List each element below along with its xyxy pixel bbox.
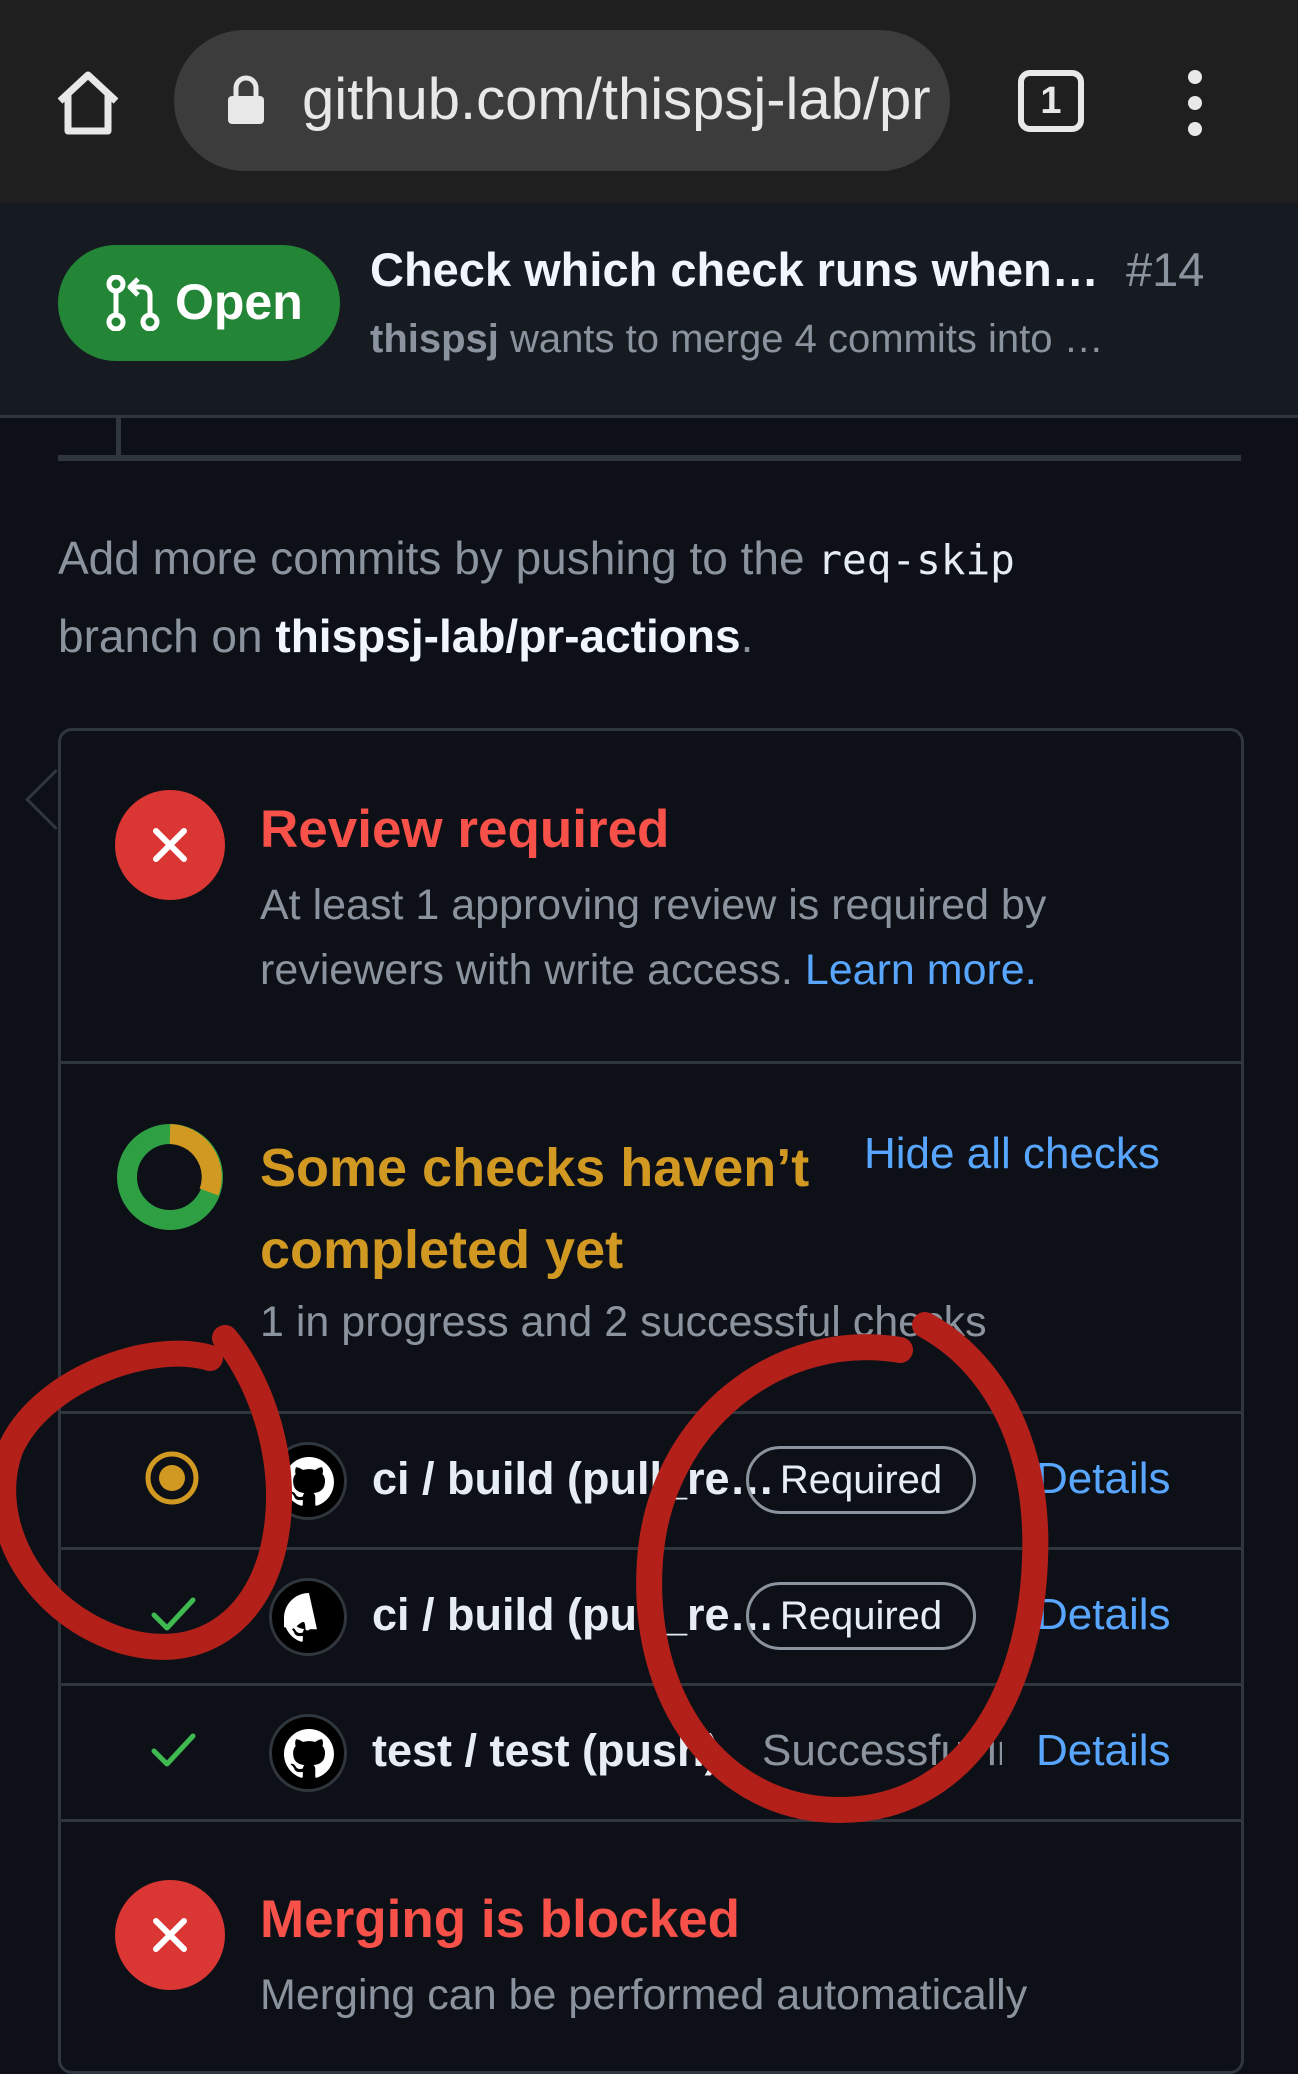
more-menu-icon[interactable] bbox=[1180, 68, 1210, 138]
learn-more-link[interactable]: Learn more. bbox=[805, 946, 1037, 994]
hint-middle: branch on bbox=[58, 610, 263, 662]
pr-number: #14 bbox=[1126, 243, 1205, 296]
check-row: ci / build (pull_request_target) Require… bbox=[58, 1550, 1241, 1683]
in-progress-dot-icon bbox=[145, 1451, 199, 1505]
pr-sticky-header: Open Check which check runs when … #14 t… bbox=[0, 203, 1298, 418]
required-badge: Required bbox=[746, 1446, 976, 1514]
pr-author-link[interactable]: thispsj bbox=[370, 317, 499, 361]
pull-request-icon bbox=[106, 275, 160, 331]
url-text: github.com/thispsj-lab/pr-actions/pull/1… bbox=[302, 67, 932, 132]
tab-switcher-button[interactable]: 1 bbox=[1018, 70, 1084, 132]
branch-name: req-skip bbox=[817, 536, 1015, 584]
browser-toolbar: github.com/thispsj-lab/pr-actions/pull/1… bbox=[0, 0, 1298, 203]
timeline-divider bbox=[58, 455, 1241, 461]
pr-title: Check which check runs when … bbox=[370, 243, 1100, 296]
checks-summary: 1 in progress and 2 successful checks bbox=[260, 1298, 987, 1346]
github-mark-icon bbox=[284, 1593, 317, 1642]
github-actions-avatar bbox=[269, 1578, 347, 1656]
merge-blocked-title: Merging is blocked bbox=[260, 1890, 741, 1949]
github-mark-icon bbox=[284, 1457, 334, 1506]
github-mark-icon bbox=[284, 1729, 334, 1778]
review-status-icon bbox=[115, 790, 225, 900]
hint-suffix: . bbox=[740, 610, 754, 662]
merge-blocked-description: Merging can be performed automatically bbox=[260, 1971, 1028, 2019]
github-actions-avatar bbox=[269, 1714, 347, 1792]
checks-title: Some checks haven’t completed yet bbox=[260, 1138, 810, 1280]
check-name[interactable]: ci / build (pull_request_target) bbox=[372, 1585, 788, 1645]
x-icon bbox=[153, 1918, 187, 1952]
check-name[interactable]: ci / build (pull_request) bbox=[372, 1449, 788, 1509]
pr-state-badge: Open bbox=[58, 245, 340, 361]
merge-status-icon bbox=[115, 1880, 225, 1990]
timeline-line bbox=[116, 418, 121, 456]
checks-pending-donut-icon bbox=[117, 1124, 223, 1230]
required-badge: Required bbox=[746, 1582, 976, 1650]
pr-state-label: Open bbox=[175, 274, 303, 330]
section-separator bbox=[58, 1061, 1241, 1064]
check-row: ci / build (pull_request) Required Detai… bbox=[58, 1414, 1241, 1547]
details-link[interactable]: Details bbox=[1036, 1721, 1171, 1781]
details-link[interactable]: Details bbox=[1036, 1585, 1171, 1645]
hint-prefix: Add more commits by pushing to the bbox=[58, 532, 805, 584]
address-bar[interactable]: github.com/thispsj-lab/pr-actions/pull/1… bbox=[174, 30, 950, 171]
pr-subtitle: thispsj wants to merge 4 commits into … bbox=[370, 309, 1150, 369]
lock-icon bbox=[228, 75, 264, 124]
check-icon bbox=[151, 1733, 196, 1767]
x-icon bbox=[153, 828, 187, 862]
check-row: test / test (push) Successful in … Detai… bbox=[58, 1686, 1241, 1819]
home-icon[interactable] bbox=[50, 65, 126, 141]
details-link[interactable]: Details bbox=[1036, 1449, 1171, 1509]
section-separator bbox=[58, 1819, 1241, 1822]
review-description: At least 1 approving review is required … bbox=[260, 873, 1160, 1003]
review-title: Review required bbox=[260, 800, 670, 859]
push-commits-hint: Add more commits by pushing to the req-s… bbox=[58, 520, 1238, 674]
repo-link[interactable]: thispsj-lab/pr-actions bbox=[275, 610, 740, 662]
check-status-text: Successful in … bbox=[762, 1726, 1002, 1775]
github-actions-avatar bbox=[269, 1442, 347, 1520]
hide-all-checks-link[interactable]: Hide all checks bbox=[864, 1124, 1160, 1184]
check-icon bbox=[151, 1597, 196, 1631]
check-name[interactable]: test / test (push) bbox=[372, 1721, 772, 1781]
pr-subtitle-text: wants to merge 4 commits into … bbox=[510, 317, 1104, 361]
